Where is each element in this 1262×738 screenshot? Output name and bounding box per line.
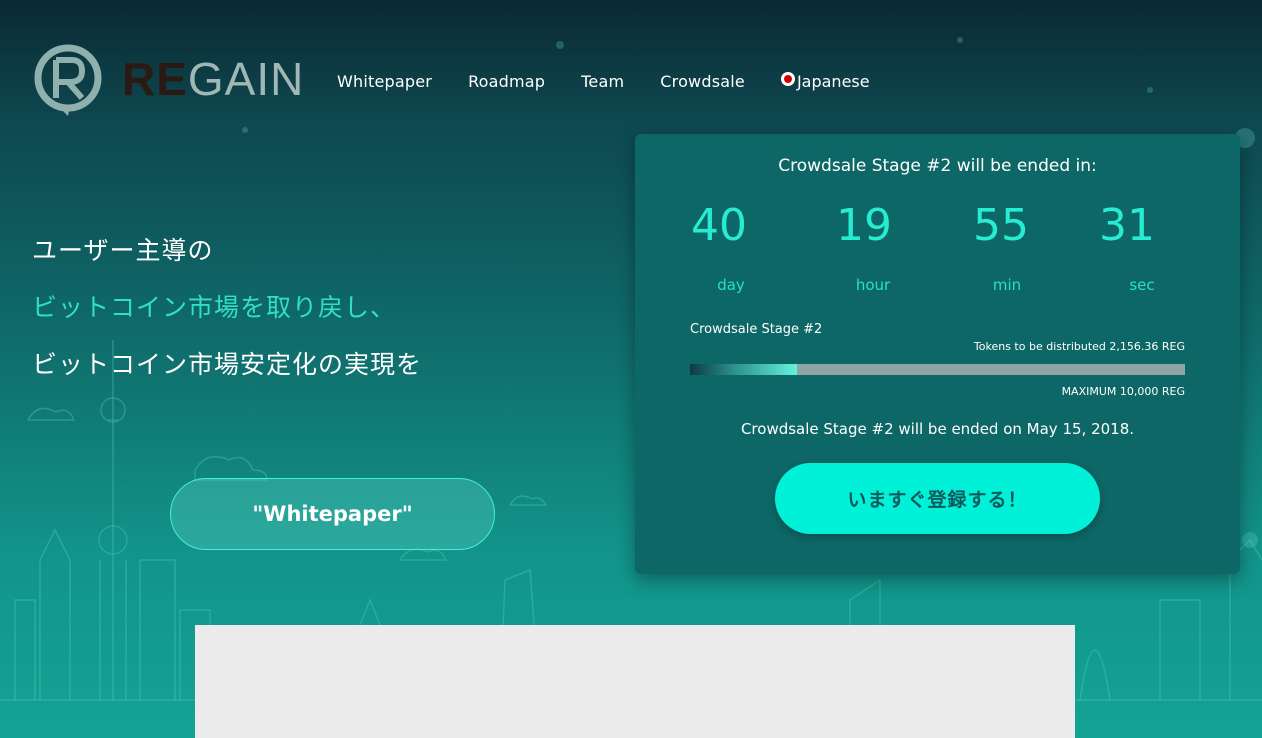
main-nav: Whitepaper Roadmap Team Crowdsale Japane… — [337, 71, 870, 91]
countdown-seconds-label: sec — [1129, 276, 1155, 294]
hero-line-2: ビットコイン市場を取り戻し、 — [32, 293, 397, 322]
nav-roadmap[interactable]: Roadmap — [468, 72, 545, 91]
nav-team[interactable]: Team — [581, 72, 624, 91]
hero-line-1: ユーザー主導の — [32, 236, 214, 265]
crowdsale-progress-bar — [690, 364, 1185, 375]
hero-text: ユーザー主導の ビットコイン市場を取り戻し、 ビットコイン市場安定化の実現を — [32, 222, 422, 393]
regain-logo-icon — [34, 44, 102, 116]
countdown-minutes-label: min — [992, 276, 1022, 294]
countdown-hours-label: hour — [855, 276, 891, 294]
countdown-hours: 19 — [836, 200, 892, 251]
stage-label: Crowdsale Stage #2 — [690, 322, 823, 337]
countdown-minutes: 55 — [973, 200, 1029, 251]
logo-re: RE — [122, 53, 188, 105]
whitepaper-button[interactable]: "Whitepaper" — [170, 478, 495, 550]
nav-crowdsale[interactable]: Crowdsale — [660, 72, 745, 91]
language-label: Japanese — [796, 72, 870, 91]
hero-line-3: ビットコイン市場安定化の実現を — [32, 350, 423, 379]
nav-whitepaper[interactable]: Whitepaper — [337, 72, 432, 91]
end-date-text: Crowdsale Stage #2 will be ended on May … — [740, 420, 1135, 438]
countdown-title: Crowdsale Stage #2 will be ended in: — [778, 156, 1097, 176]
maximum-tokens: MAXIMUM 10,000 REG — [1061, 385, 1185, 398]
countdown-days-label: day — [717, 276, 745, 294]
language-selector[interactable]: Japanese — [780, 71, 870, 91]
crowdsale-panel: Crowdsale Stage #2 will be ended in: 40 … — [635, 134, 1240, 574]
countdown-seconds: 31 — [1099, 200, 1155, 251]
logo-gain: GAIN — [187, 53, 305, 105]
countdown-days: 40 — [691, 200, 747, 251]
japan-flag-icon — [780, 71, 795, 86]
tokens-distributed: Tokens to be distributed 2,156.36 REG — [973, 340, 1185, 353]
regain-logo[interactable]: REGAIN — [30, 40, 304, 118]
content-placeholder — [195, 625, 1075, 738]
logo-wordmark: REGAIN — [122, 52, 304, 106]
crowdsale-progress-fill — [690, 364, 797, 375]
register-now-button[interactable]: いますぐ登録する！ — [775, 463, 1100, 534]
